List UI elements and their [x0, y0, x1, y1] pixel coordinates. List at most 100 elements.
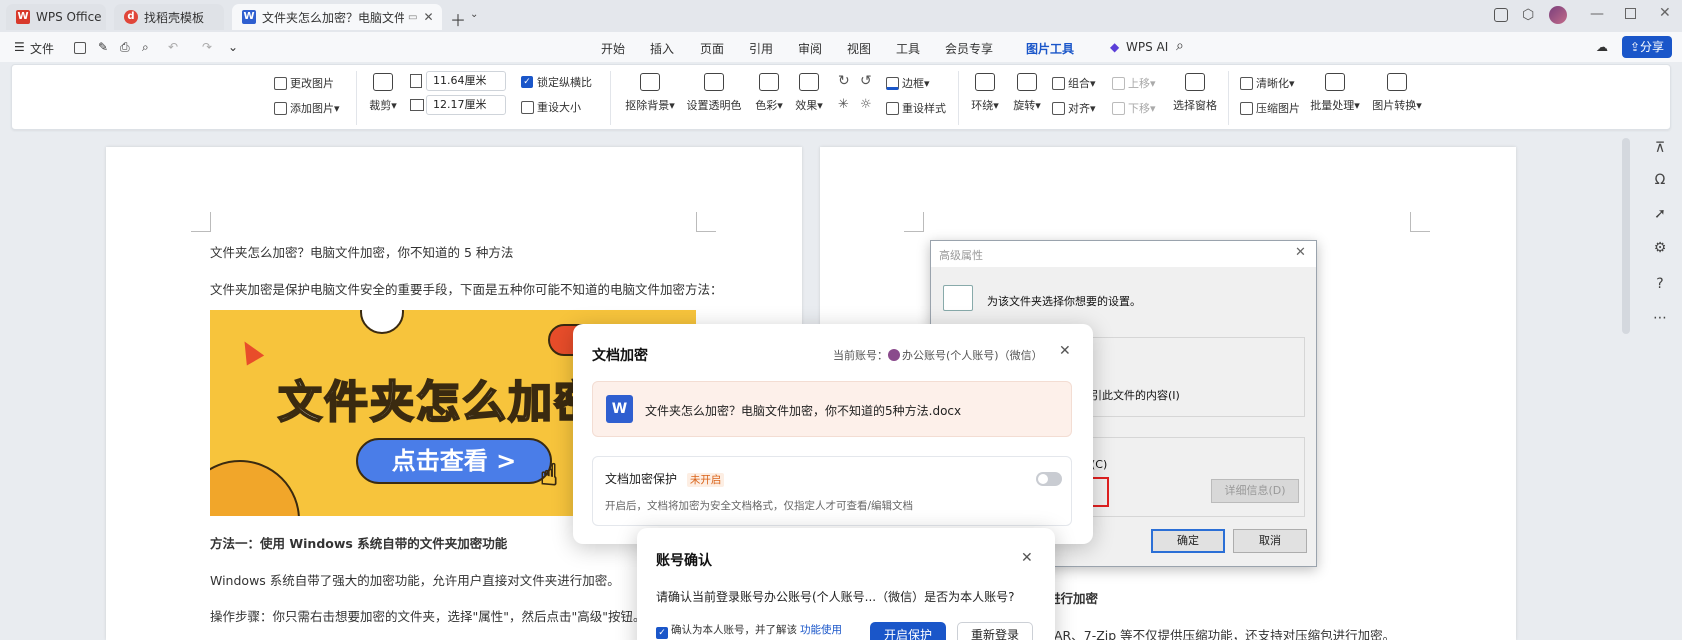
menu-review[interactable]: 审阅 [798, 40, 822, 57]
adv-compress-option[interactable]: (C) [1091, 458, 1107, 471]
cube-icon[interactable]: ⬡ [1522, 7, 1534, 23]
collapse-icon[interactable]: ⊼ [1652, 140, 1668, 156]
print-icon[interactable]: ⎙ [120, 40, 130, 55]
search-icon[interactable]: ⌕ [1176, 38, 1184, 54]
picture-convert-button[interactable]: 图片转换▾ [1370, 73, 1424, 113]
quick-access-chevron-icon[interactable]: ⌄ [228, 40, 238, 54]
group-button[interactable]: 组合 ▾ [1052, 75, 1096, 91]
tab-document[interactable]: W 文件夹怎么加密？电脑文件加密 ▭ ✕ [232, 4, 442, 30]
vertical-scrollbar[interactable] [1622, 138, 1630, 334]
close-window-icon[interactable]: ✕ [1659, 5, 1671, 21]
menu-picture-tools[interactable]: 图片工具 [1026, 40, 1074, 57]
print-preview-icon[interactable]: ⌕ [142, 40, 149, 55]
color-button[interactable]: 色彩▾ [752, 73, 786, 113]
menu-wps-ai[interactable]: WPS AI [1126, 40, 1168, 54]
lock-ratio-checkbox[interactable]: ✓ 锁定纵横比 [521, 74, 592, 90]
crop-button[interactable]: 裁剪▾ [368, 73, 398, 113]
relogin-button[interactable]: 重新登录 [957, 622, 1033, 640]
reset-style-button[interactable]: 重设样式 [886, 100, 946, 116]
brightness-icon[interactable]: ✳ [838, 97, 849, 112]
pen-icon[interactable]: ✎ [98, 40, 108, 54]
enc-close-icon[interactable]: ✕ [1059, 343, 1071, 359]
width-input[interactable]: 11.64厘米 [426, 71, 506, 91]
sliders-icon[interactable]: ⚙ [1652, 240, 1668, 256]
rotate-right-icon[interactable]: ↺ [860, 73, 872, 89]
close-tab-icon[interactable]: ✕ [423, 10, 433, 24]
menu-member[interactable]: 会员专享 [945, 40, 993, 57]
reset-size-button[interactable]: 重设大小 [521, 99, 581, 115]
transparent-icon [704, 73, 724, 91]
details-button[interactable]: 详细信息(D) [1211, 479, 1299, 503]
doc-paragraph[interactable]: Windows 系统自带了强大的加密功能，允许用户直接对文件夹进行加密。 [210, 570, 620, 589]
effects-button[interactable]: 效果▾ [792, 73, 826, 113]
menu-view[interactable]: 视图 [847, 40, 871, 57]
cancel-button[interactable]: 取消 [1233, 529, 1307, 553]
more-icon[interactable]: ⋯ [1652, 310, 1668, 326]
doc-method-heading[interactable]: 方法一：使用 Windows 系统自带的文件夹加密功能 [210, 533, 507, 552]
align-button[interactable]: 对齐 ▾ [1052, 100, 1096, 116]
remove-bg-icon [640, 73, 660, 91]
adv-index-option[interactable]: 引此文件的内容(I) [1091, 387, 1180, 403]
change-picture-button[interactable]: 更改图片 [274, 75, 334, 91]
tab-label: WPS Office [36, 10, 102, 24]
doc-intro[interactable]: 文件夹加密是保护电脑文件安全的重要手段，下面是五种你可能不知道的电脑文件加密方法… [210, 279, 723, 298]
banner-headline: 文件夹怎么加密 [277, 376, 600, 429]
save-icon[interactable] [74, 42, 86, 54]
margin-corner [1410, 212, 1430, 232]
restore-icon[interactable] [1625, 8, 1636, 19]
window-layout-icon[interactable] [1494, 8, 1508, 22]
cloud-icon[interactable]: ☁ [1596, 40, 1608, 54]
avatar[interactable] [1549, 6, 1567, 24]
menu-reference[interactable]: 引用 [749, 40, 773, 57]
clarity-button[interactable]: 清晰化 ▾ [1240, 75, 1295, 91]
set-transparent-button[interactable]: 设置透明色 [686, 73, 742, 113]
new-tab-plus-icon[interactable]: ＋ [450, 7, 466, 31]
hamburger-icon[interactable]: ☰ [14, 40, 25, 54]
redo-icon[interactable]: ↷ [202, 40, 212, 54]
menu-tools[interactable]: 工具 [896, 40, 920, 57]
menu-insert[interactable]: 插入 [650, 40, 674, 57]
tab-template[interactable]: d 找稻壳模板 [114, 4, 224, 30]
bring-up-icon [1112, 76, 1125, 90]
rotate-left-icon[interactable]: ↻ [838, 73, 850, 89]
wrap-icon [975, 73, 995, 91]
status-badge: 未开启 [686, 473, 725, 487]
contrast-icon[interactable]: ☼ [860, 97, 872, 112]
account-confirm-dialog: 账号确认 ✕ 请确认当前登录账号办公账号(个人账号...（微信）是否为本人账号?… [637, 528, 1055, 640]
bring-up-button[interactable]: 上移 ▾ [1112, 75, 1156, 91]
menu-page[interactable]: 页面 [700, 40, 724, 57]
acct-close-icon[interactable]: ✕ [1021, 550, 1033, 566]
remove-background-button[interactable]: 抠除背景▾ [622, 73, 678, 113]
share-button[interactable]: ⇪分享 [1622, 36, 1672, 58]
doc-paragraph-right[interactable]: AR、7-Zip 等不仅提供压缩功能，还支持对压缩包进行加密。 [1054, 625, 1395, 640]
doc-title-line[interactable]: 文件夹怎么加密？电脑文件加密，你不知道的 5 种方法 [210, 242, 513, 261]
help-icon[interactable]: ? [1652, 276, 1668, 292]
minimize-icon[interactable]: — [1590, 6, 1604, 22]
compress-picture-button[interactable]: 压缩图片 [1240, 100, 1300, 116]
pointer-icon[interactable]: ➚ [1652, 206, 1668, 222]
doc-paragraph[interactable]: 操作步骤：你只需右击想要加密的文件夹，选择"属性"，然后点击"高级"按钮。在 [210, 606, 658, 625]
height-input[interactable]: 12.17厘米 [426, 95, 506, 115]
wrap-button[interactable]: 环绕▾ [968, 73, 1002, 113]
menu-file[interactable]: 文件 [30, 40, 54, 57]
selection-pane-button[interactable]: 选择窗格 [1172, 73, 1218, 113]
undo-icon[interactable]: ↶ [168, 40, 178, 54]
batch-process-button[interactable]: 批量处理▾ [1308, 73, 1362, 113]
start-protection-button[interactable]: 开启保护 [870, 622, 946, 640]
tab-wps-office[interactable]: W WPS Office [6, 4, 106, 30]
screen-icon[interactable]: ▭ [408, 12, 417, 23]
menu-start[interactable]: 开始 [601, 40, 625, 57]
feature-usage-link[interactable]: 功能使用 [800, 624, 842, 636]
add-picture-button[interactable]: 添加图片 ▾ [274, 100, 340, 116]
omega-icon[interactable]: Ω [1652, 172, 1668, 188]
tab-list-chevron-icon[interactable]: ⌄ [470, 9, 478, 20]
acct-question: 请确认当前登录账号办公账号(个人账号...（微信）是否为本人账号? [656, 590, 1015, 604]
protect-toggle[interactable] [1036, 472, 1062, 486]
send-down-button[interactable]: 下移 ▾ [1112, 100, 1156, 116]
acct-confirm-checkbox[interactable]: ✓ 确认为本人账号，并了解该 功能使用 [656, 622, 842, 639]
rotate-button[interactable]: 旋转▾ [1010, 73, 1044, 113]
adv-close-icon[interactable]: ✕ [1295, 245, 1306, 260]
ok-button[interactable]: 确定 [1151, 529, 1225, 553]
doc-heading-right[interactable]: 进行加密 [1048, 588, 1098, 607]
border-button[interactable]: 边框 ▾ [886, 75, 930, 91]
